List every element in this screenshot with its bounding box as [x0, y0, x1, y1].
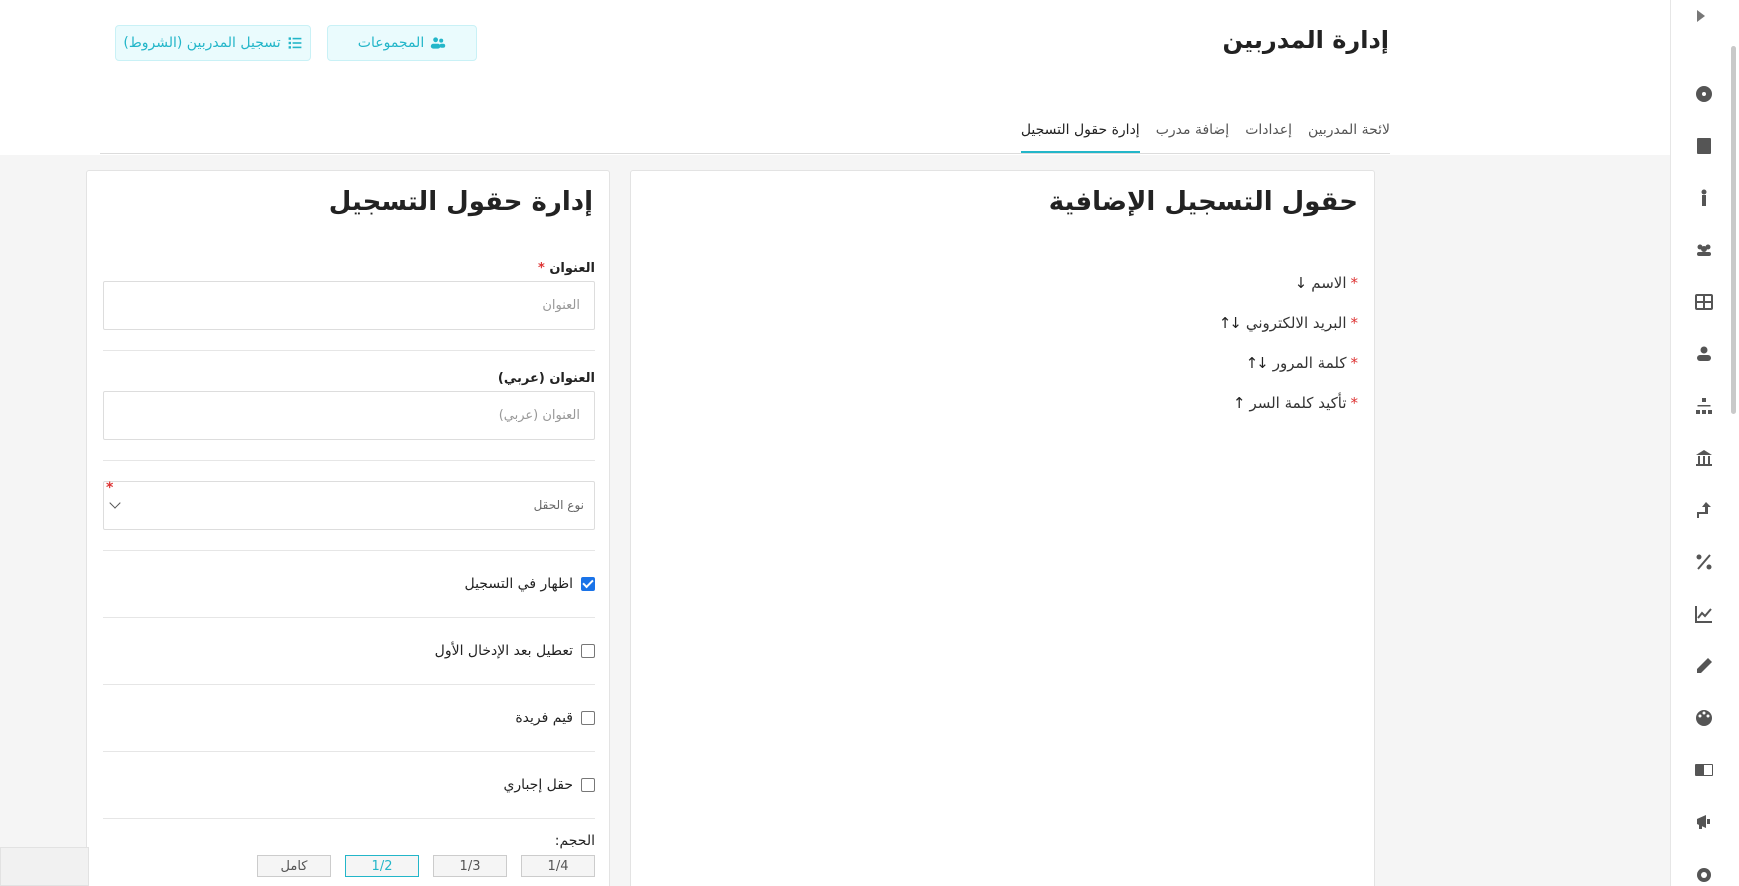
size-third-button[interactable]: 1/3 — [433, 855, 507, 877]
show-in-registration-checkbox[interactable] — [581, 577, 595, 591]
chart-line-icon[interactable] — [1693, 603, 1715, 625]
list-item[interactable]: * تأكيد كلمة السر ↑ — [1219, 383, 1358, 423]
user-icon[interactable] — [1693, 343, 1715, 365]
title-input[interactable] — [103, 281, 595, 330]
tab-trainers-list[interactable]: لائحة المدربين — [1308, 118, 1390, 153]
field-item-label: الاسم — [1311, 274, 1347, 292]
extra-fields-panel: حقول التسجيل الإضافية * الاسم ↓ * البريد… — [630, 170, 1375, 886]
palette-icon[interactable] — [1693, 707, 1715, 729]
list-item[interactable]: * كلمة المرور ↓↑ — [1219, 343, 1358, 383]
book-icon[interactable] — [1693, 135, 1715, 157]
users-icon — [431, 37, 446, 49]
required-marker: * — [1350, 314, 1359, 332]
groups-button[interactable]: المجموعات — [327, 25, 477, 61]
level-up-icon[interactable] — [1693, 499, 1715, 521]
disable-after-first-checkbox[interactable] — [581, 644, 595, 658]
list-icon — [288, 37, 302, 49]
bullhorn-icon[interactable] — [1693, 811, 1715, 833]
size-half-button[interactable]: 1/2 — [345, 855, 419, 877]
reorder-arrows-icon[interactable]: ↑ — [1233, 394, 1246, 412]
required-marker: * — [537, 261, 545, 276]
unique-values-row: قيم فريدة — [103, 685, 595, 751]
title-label: العنوان * — [103, 261, 595, 281]
person-icon[interactable] — [1693, 187, 1715, 209]
divider — [103, 818, 595, 819]
list-item[interactable]: * الاسم ↓ — [1219, 263, 1358, 303]
floating-widget[interactable] — [0, 847, 89, 886]
field-item-label: كلمة المرور — [1272, 354, 1347, 372]
size-options: 1/4 1/3 1/2 كامل — [103, 855, 595, 877]
list-item[interactable]: * البريد الالكتروني ↓↑ — [1219, 303, 1358, 343]
manage-fields-title: إدارة حقول التسجيل — [328, 187, 593, 217]
users-icon[interactable] — [1693, 239, 1715, 261]
chevron-down-icon — [109, 497, 121, 509]
title-label-text: العنوان — [549, 261, 595, 276]
required-field-row: حقل إجباري — [103, 752, 595, 818]
divider — [103, 350, 595, 351]
language-icon[interactable] — [1693, 759, 1715, 781]
page-title: إدارة المدربين — [1222, 26, 1389, 54]
field-type-select[interactable]: نوع الحقل * — [103, 480, 595, 530]
disable-after-first-row: تعطيل بعد الإدخال الأول — [103, 618, 595, 684]
manage-fields-panel: إدارة حقول التسجيل العنوان * العنوان (عر… — [86, 170, 610, 886]
title-ar-input[interactable] — [103, 391, 595, 440]
building-icon[interactable] — [1693, 447, 1715, 469]
required-field-checkbox[interactable] — [581, 778, 595, 792]
field-form: العنوان * العنوان (عربي) نوع الحقل * اظه… — [103, 261, 595, 877]
register-trainers-button[interactable]: تسجيل المدربين (الشروط) — [115, 25, 311, 61]
icon-sidebar — [1670, 0, 1739, 886]
required-marker: * — [106, 480, 114, 496]
tab-add-trainer[interactable]: إضافة مدرب — [1156, 118, 1229, 153]
reorder-arrows-icon[interactable]: ↓↑ — [1219, 314, 1242, 332]
sitemap-icon[interactable] — [1693, 395, 1715, 417]
size-quarter-button[interactable]: 1/4 — [521, 855, 595, 877]
disable-after-first-label: تعطيل بعد الإدخال الأول — [434, 643, 573, 659]
sidebar-expand-icon[interactable] — [1697, 10, 1705, 22]
percent-icon[interactable] — [1693, 551, 1715, 573]
groups-button-label: المجموعات — [357, 35, 425, 51]
tab-bar: لائحة المدربين إعدادات إضافة مدرب إدارة … — [100, 118, 1390, 154]
size-full-button[interactable]: كامل — [257, 855, 331, 877]
title-ar-label: العنوان (عربي) — [497, 371, 595, 386]
field-list: * الاسم ↓ * البريد الالكتروني ↓↑ * كلمة … — [1219, 263, 1358, 423]
size-label: الحجم: — [554, 833, 595, 849]
grid-icon[interactable] — [1693, 291, 1715, 313]
extra-fields-title: حقول التسجيل الإضافية — [1048, 187, 1358, 217]
gear-icon[interactable] — [1693, 864, 1715, 886]
show-in-registration-row: اظهار في التسجيل — [103, 551, 595, 617]
pencil-icon[interactable] — [1693, 655, 1715, 677]
dashboard-icon[interactable] — [1693, 83, 1715, 105]
required-marker: * — [1350, 274, 1359, 292]
show-in-registration-label: اظهار في التسجيل — [464, 576, 573, 592]
unique-values-checkbox[interactable] — [581, 711, 595, 725]
sidebar-scrollbar[interactable] — [1731, 46, 1736, 414]
field-item-label: تأكيد كلمة السر — [1249, 394, 1347, 412]
reorder-arrows-icon[interactable]: ↓↑ — [1246, 354, 1269, 372]
tab-registration-fields[interactable]: إدارة حقول التسجيل — [1020, 118, 1140, 153]
required-marker: * — [1350, 354, 1359, 372]
reorder-arrows-icon[interactable]: ↓ — [1295, 274, 1308, 292]
register-trainers-label: تسجيل المدربين (الشروط) — [123, 35, 281, 51]
unique-values-label: قيم فريدة — [515, 710, 573, 726]
field-type-placeholder: نوع الحقل — [533, 498, 584, 512]
divider — [103, 460, 595, 461]
field-item-label: البريد الالكتروني — [1245, 314, 1347, 332]
required-field-label: حقل إجباري — [503, 777, 573, 793]
tab-settings[interactable]: إعدادات — [1245, 118, 1292, 153]
required-marker: * — [1350, 394, 1359, 412]
